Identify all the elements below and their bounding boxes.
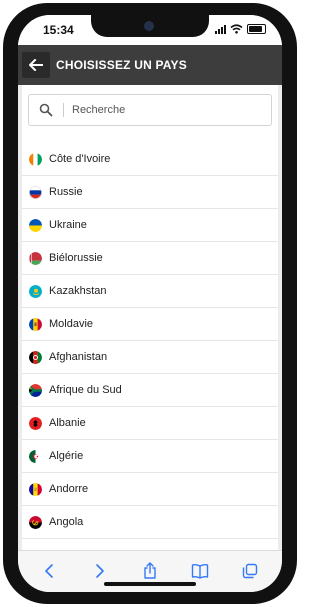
country-name: Afghanistan — [49, 351, 108, 363]
country-name: Afrique du Sud — [49, 384, 122, 396]
country-name: Ukraine — [49, 219, 87, 231]
country-item-andorre[interactable]: Andorre — [22, 473, 278, 506]
country-name: Côte d'Ivoire — [49, 153, 111, 165]
notch — [91, 15, 209, 37]
country-name: Albanie — [49, 417, 86, 429]
flag-albanie-icon — [29, 416, 42, 430]
tabs-icon — [242, 563, 258, 579]
country-name: Russie — [49, 186, 83, 198]
flag-algerie-icon — [29, 449, 42, 463]
home-indicator — [104, 582, 196, 586]
battery-icon — [247, 24, 266, 34]
country-item-cote-divoire[interactable]: Côte d'Ivoire — [22, 143, 278, 176]
country-name: Angola — [49, 516, 84, 528]
country-name: Kazakhstan — [49, 285, 107, 297]
country-item-moldavie[interactable]: Moldavie — [22, 308, 278, 341]
country-panel: Côte d'Ivoire Russie — [22, 85, 278, 550]
country-item-ukraine[interactable]: Ukraine — [22, 209, 278, 242]
browser-tabs-button[interactable] — [240, 561, 260, 581]
search-input[interactable] — [72, 104, 252, 116]
country-item-russie[interactable]: Russie — [22, 176, 278, 209]
screen: 15:34 CHOISISSEZ UN PAYS Recherche Côte … — [18, 15, 282, 592]
country-item-bielorussie[interactable]: Biélorussie — [22, 242, 278, 275]
browser-share-button[interactable] — [140, 561, 160, 581]
arrow-left-icon — [29, 59, 43, 71]
system-icons — [215, 24, 266, 34]
browser-bookmarks-button[interactable] — [190, 561, 210, 581]
signal-icon — [215, 24, 226, 34]
page-title: CHOISISSEZ UN PAYS — [56, 58, 187, 72]
flag-angola-icon — [29, 515, 42, 529]
country-item-afrique-du-sud[interactable]: Afrique du Sud — [22, 374, 278, 407]
country-item-afghanistan[interactable]: Afghanistan — [22, 341, 278, 374]
country-list: Côte d'Ivoire Russie Ukraine Biélorussie… — [22, 143, 278, 539]
app-bar: CHOISISSEZ UN PAYS — [18, 45, 282, 85]
country-name: Biélorussie — [49, 252, 103, 264]
country-name: Moldavie — [49, 318, 94, 330]
search-box[interactable] — [28, 94, 272, 126]
flag-afghanistan-icon — [29, 350, 42, 364]
flag-cote-divoire-icon — [29, 152, 42, 166]
back-button[interactable] — [22, 52, 50, 78]
search-divider — [63, 103, 64, 117]
flag-afrique-du-sud-icon — [29, 383, 42, 397]
search-icon — [39, 103, 53, 117]
camera — [144, 21, 154, 31]
flag-moldavie-icon — [29, 317, 42, 331]
status-time: 15:34 — [43, 23, 74, 37]
flag-ukraine-icon — [29, 218, 42, 232]
country-name: Algérie — [49, 450, 84, 462]
browser-back-button[interactable] — [39, 561, 59, 581]
phone-frame: 15:34 CHOISISSEZ UN PAYS Recherche Côte … — [3, 3, 297, 604]
country-name: Andorre — [49, 483, 89, 495]
bookmarks-icon — [191, 563, 209, 579]
flag-bielorussie-icon — [29, 251, 42, 265]
flag-kazakhstan-icon — [29, 284, 42, 298]
status-bar: 15:34 — [18, 15, 282, 45]
forward-icon — [96, 564, 104, 578]
country-item-algerie[interactable]: Algérie — [22, 440, 278, 473]
country-item-angola[interactable]: Angola — [22, 506, 278, 539]
back-icon — [45, 564, 53, 578]
country-item-kazakhstan[interactable]: Kazakhstan — [22, 275, 278, 308]
share-icon — [144, 562, 156, 579]
country-item-albanie[interactable]: Albanie — [22, 407, 278, 440]
flag-andorre-icon — [29, 482, 42, 496]
flag-russie-icon — [29, 185, 42, 199]
wifi-icon — [230, 24, 243, 34]
browser-forward-button[interactable] — [90, 561, 110, 581]
